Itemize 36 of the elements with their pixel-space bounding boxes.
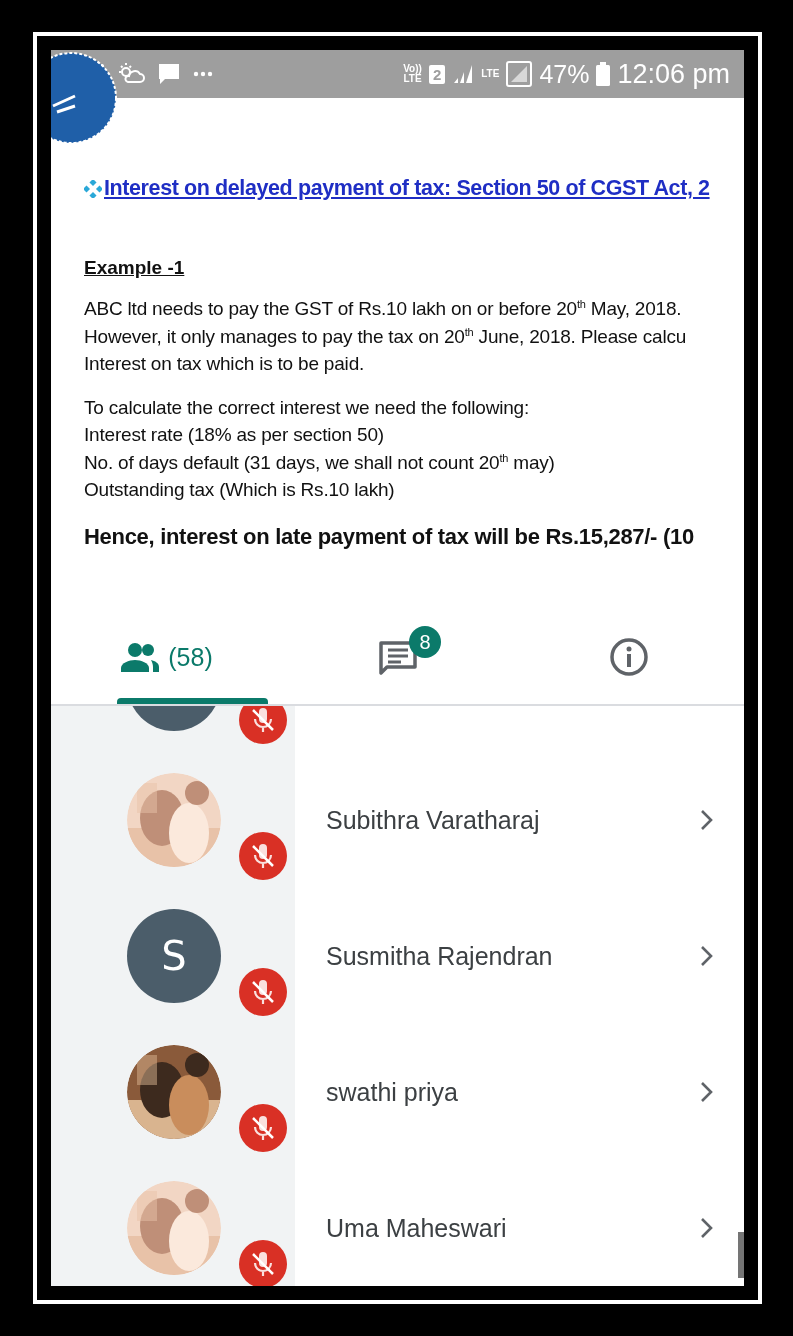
scrollbar[interactable] <box>738 1232 744 1278</box>
unread-badge: 8 <box>409 626 442 658</box>
signal-icon <box>452 63 475 85</box>
body-text: Outstanding tax (Which is Rs.10 lakh) <box>84 478 396 502</box>
message-icon <box>157 62 181 86</box>
signal-icon <box>506 61 533 87</box>
participant-row[interactable]: Uma Maheswari <box>51 1160 744 1286</box>
example-heading: Example -1 <box>84 257 185 279</box>
body-text: ABC ltd needs to pay the GST of Rs.10 lakh on or before 20$^{th}$ May, 2018. <box>84 296 683 321</box>
battery-icon <box>596 62 611 86</box>
body-text: No. of days default (31 days, we shall not count 20$^{th}$ may) <box>84 450 556 475</box>
participants-tab[interactable]: (58) <box>51 610 282 704</box>
conclusion-text: Hence, interest on late payment of tax will be Rs.15,287/- (10 <box>84 523 695 550</box>
chevron-icon <box>700 1217 714 1239</box>
diamond-bullet-icon <box>84 179 102 198</box>
participant-row[interactable]: swathi priya <box>51 1024 744 1160</box>
lte-label: LTE <box>481 69 500 79</box>
chat-tab[interactable]: 8 <box>282 610 513 704</box>
more-icon <box>193 71 213 77</box>
clock: 12:06 pm <box>617 58 730 90</box>
chevron-icon <box>700 809 714 831</box>
body-text: Interest rate (18% as per section 50) <box>84 423 385 447</box>
body-text: Interest on tax which is to be paid. <box>84 352 366 376</box>
participant-row[interactable]: Subithra Varatharaj <box>51 752 744 888</box>
volte-label: Vo)) LTE <box>403 64 422 84</box>
chevron-icon <box>700 945 714 967</box>
people-icon <box>120 642 161 672</box>
slide-title-link[interactable]: Interest on delayed payment of tax: Section 50 of CGST Act, 2 <box>104 176 710 201</box>
body-text: To calculate the correct interest we need the following: <box>84 395 531 420</box>
participant-row[interactable]: S Susmitha Rajendran <box>51 888 744 1024</box>
battery-percent: 47% <box>539 59 590 89</box>
body-text: However, it only manages to pay the tax on 20$^{th}$ June, 2018. Please calcu <box>84 324 688 349</box>
weather-icon <box>117 62 145 86</box>
info-icon <box>608 637 649 677</box>
chevron-icon <box>700 1081 714 1103</box>
sim-badge: 2 <box>428 64 446 84</box>
